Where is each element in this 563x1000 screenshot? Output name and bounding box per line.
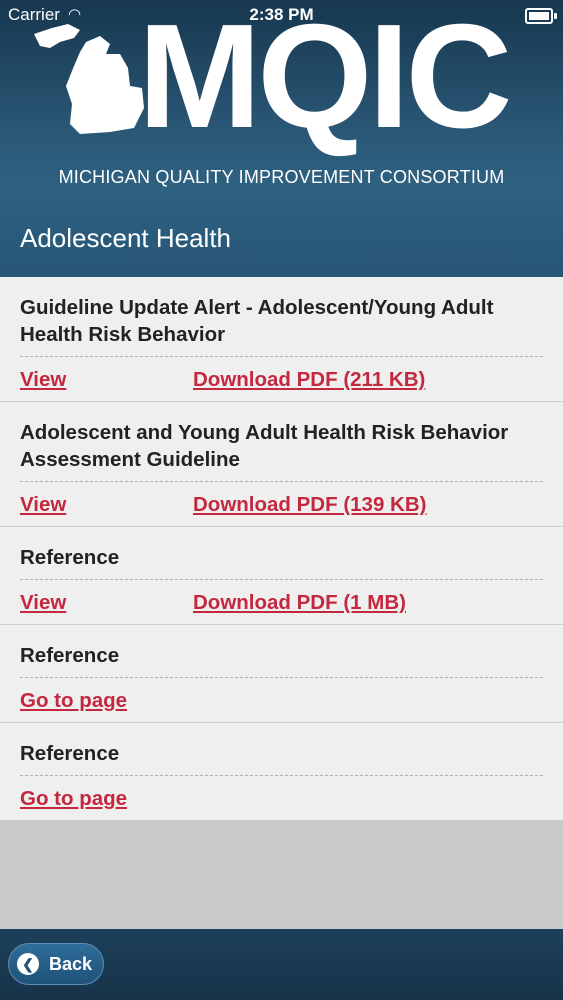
view-link[interactable]: View [20,591,66,615]
app-header: Carrier ◠ 2:38 PM MQIC MICHIGAN QUALITY … [0,0,563,197]
list-item: Reference View Download PDF (1 MB) [0,527,563,625]
item-links: View Download PDF (1 MB) [20,580,543,624]
item-heading: Reference [20,740,543,776]
list-item: Reference Go to page [0,723,563,821]
item-heading: Guideline Update Alert - Adolescent/Youn… [20,294,543,357]
back-button[interactable]: ❮ Back [8,943,104,985]
page-title: Adolescent Health [20,223,232,253]
org-name: MICHIGAN QUALITY IMPROVEMENT CONSORTIUM [58,167,505,187]
chevron-left-icon: ❮ [17,953,39,975]
logo-text: MQIC [138,0,512,159]
list-item: Adolescent and Young Adult Health Risk B… [0,402,563,527]
download-pdf-link[interactable]: Download PDF (1 MB) [193,591,406,615]
list-item: Reference Go to page [0,625,563,723]
item-heading: Adolescent and Young Adult Health Risk B… [20,419,543,482]
item-links: View Download PDF (211 KB) [20,357,543,401]
item-links: View Download PDF (139 KB) [20,482,543,526]
go-to-page-link[interactable]: Go to page [20,787,127,811]
item-heading: Reference [20,544,543,580]
view-link[interactable]: View [20,493,66,517]
go-to-page-link[interactable]: Go to page [20,689,127,713]
view-link[interactable]: View [20,368,66,392]
back-label: Back [49,954,93,974]
download-pdf-link[interactable]: Download PDF (139 KB) [193,493,427,517]
title-bar: Adolescent Health [0,197,563,277]
item-links: Go to page [20,776,543,820]
list-item: Guideline Update Alert - Adolescent/Youn… [0,277,563,402]
document-list: Guideline Update Alert - Adolescent/Youn… [0,277,563,821]
download-pdf-link[interactable]: Download PDF (211 KB) [193,368,425,392]
item-links: Go to page [20,678,543,722]
footer-bar: ❮ Back [0,929,563,1000]
mqic-logo: MQIC [30,2,530,152]
michigan-map-icon [34,24,144,134]
item-heading: Reference [20,642,543,678]
